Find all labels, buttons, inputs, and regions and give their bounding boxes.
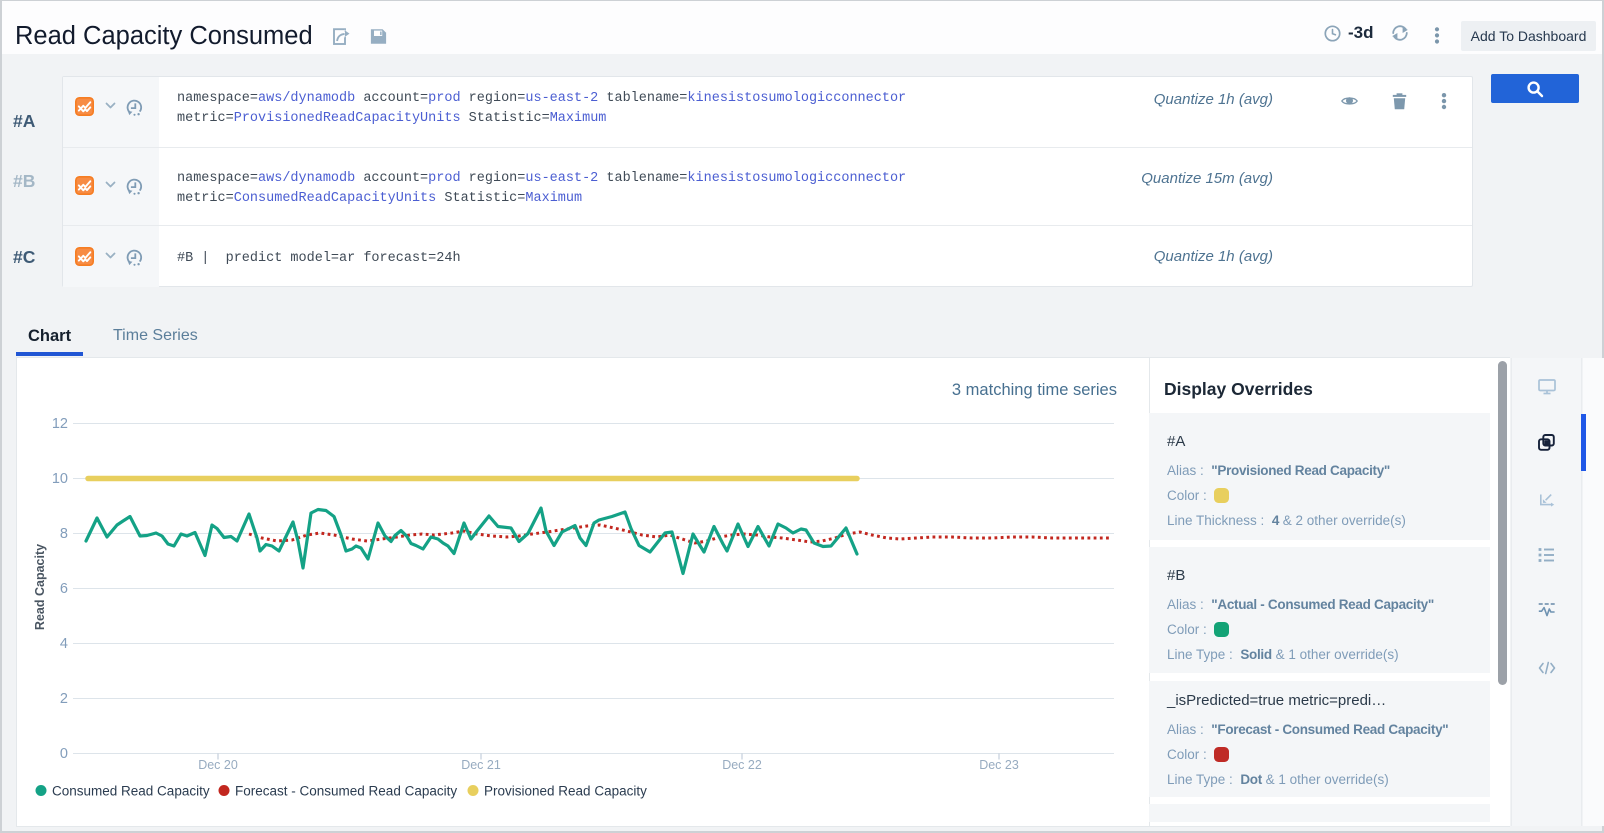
- svg-text:10: 10: [52, 471, 68, 487]
- svg-text:2: 2: [60, 691, 68, 707]
- svg-text:12: 12: [52, 416, 68, 432]
- svg-text:0: 0: [60, 746, 68, 762]
- svg-text:Read Capacity: Read Capacity: [33, 544, 47, 630]
- svg-text:Dec 21: Dec 21: [461, 758, 501, 772]
- svg-text:Consumed Read Capacity: Consumed Read Capacity: [52, 784, 210, 799]
- svg-text:6: 6: [60, 581, 68, 597]
- svg-text:Dec 23: Dec 23: [979, 758, 1019, 772]
- svg-text:Dec 22: Dec 22: [722, 758, 762, 772]
- svg-text:8: 8: [60, 526, 68, 542]
- svg-text:Forecast - Consumed Read Capac: Forecast - Consumed Read Capacity: [235, 784, 457, 799]
- svg-text:4: 4: [60, 636, 68, 652]
- svg-text:Dec 20: Dec 20: [198, 758, 238, 772]
- svg-text:Provisioned Read Capacity: Provisioned Read Capacity: [484, 784, 647, 799]
